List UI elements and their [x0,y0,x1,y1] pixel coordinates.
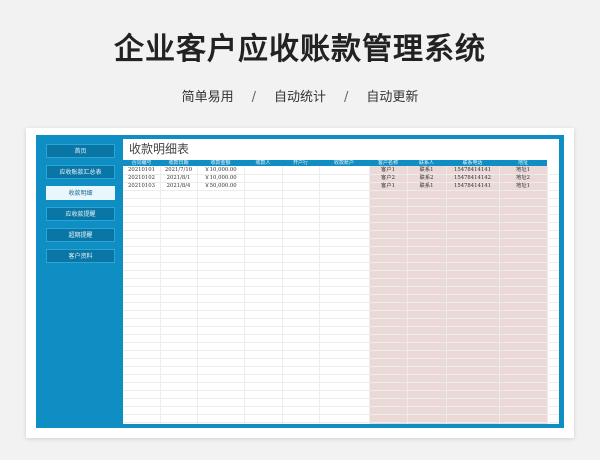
table-cell[interactable] [319,182,369,190]
table-cell[interactable] [282,182,319,190]
grid-column-line [160,166,161,424]
grid-row-line [123,406,559,407]
table-cell[interactable] [282,174,319,182]
grid-row-line [123,238,559,239]
grid-column-line [197,166,198,424]
table-cell[interactable]: 2021/7/10 [160,166,197,174]
feature-easy: 简单易用 [181,90,234,105]
grid-column-line [244,166,245,424]
sidebar-item-payment-details[interactable]: 收款明细 [46,186,115,200]
table-cell[interactable] [244,182,282,190]
table-cell[interactable] [244,166,282,174]
app-screenshot: 首页 应收账款汇总表 收款明细 应收款提醒 超期提醒 客户资料 收款明细表 合同… [26,128,574,438]
feature-stats: 自动统计 [273,90,326,105]
table-cell[interactable]: 联系1 [407,166,446,174]
sidebar-item-overdue-reminder[interactable]: 超期提醒 [46,228,115,242]
grid-row-line [123,302,559,303]
grid-row-line [123,310,559,311]
grid-row-line [123,278,559,279]
page-title: 企业客户应收账款管理系统 [114,32,486,67]
sheet-title: 收款明细表 [129,142,190,156]
grid-column-line [282,166,283,424]
grid-row-line [123,398,559,399]
app-frame: 首页 应收账款汇总表 收款明细 应收款提醒 超期提醒 客户资料 收款明细表 合同… [36,135,564,428]
table-cell[interactable]: ￥50,000.00 [197,182,244,190]
main-panel: 收款明细表 合同编号 收款日期 收款金额 收款人 开户行 收款账户 客户名称 联系人 联系电话地… [123,139,559,424]
grid-column-line [446,166,447,424]
table-cell[interactable]: 联系2 [407,174,446,182]
table-cell[interactable]: 地址2 [499,174,547,182]
grid-row-line [123,270,559,271]
sidebar-item-receivable-reminder[interactable]: 应收款提醒 [46,207,115,221]
grid-row-line [123,246,559,247]
table-cell[interactable] [282,166,319,174]
table-cell[interactable]: 15478414141 [446,182,499,190]
table-cell[interactable]: ￥10,000.00 [197,174,244,182]
grid-row-line [123,414,559,415]
feature-list: 简单易用 / 自动统计 / 自动更新 [0,86,600,105]
table-cell[interactable]: 客户1 [369,166,407,174]
separator: / [251,90,256,105]
table-cell[interactable] [319,174,369,182]
table-cell[interactable]: 20210102 [123,174,160,182]
grid-row-line [123,230,559,231]
grid-row-line [123,422,559,423]
separator: / [344,90,349,105]
grid-row-line [123,254,559,255]
feature-update: 自动更新 [366,90,419,105]
grid-row-line [123,390,559,391]
grid-row-line [123,222,559,223]
table-cell[interactable] [319,166,369,174]
sidebar-item-customer-info[interactable]: 客户资料 [46,249,115,263]
table-cell[interactable]: 客户1 [369,182,407,190]
grid-row-line [123,334,559,335]
table-cell[interactable] [244,174,282,182]
grid-row-line [123,382,559,383]
table-cell[interactable]: 2021/8/4 [160,182,197,190]
table-cell[interactable]: 客户2 [369,174,407,182]
table-cell[interactable]: 20210101 [123,166,160,174]
table-cell[interactable]: 联系1 [407,182,446,190]
grid-row-line [123,366,559,367]
table-cell[interactable]: 2021/8/1 [160,174,197,182]
sidebar: 首页 应收账款汇总表 收款明细 应收款提醒 超期提醒 客户资料 [46,144,115,270]
grid-row-line [123,262,559,263]
grid-row-line [123,198,559,199]
grid-row-line [123,294,559,295]
sidebar-item-home[interactable]: 首页 [46,144,115,158]
grid-column-line [499,166,500,424]
table-cell[interactable]: 15478414141 [446,166,499,174]
grid-column-line [547,166,548,424]
grid-row-line [123,374,559,375]
table-cell[interactable]: 地址1 [499,166,547,174]
grid-row-line [123,286,559,287]
grid-row-line [123,358,559,359]
grid-row-line [123,206,559,207]
table-cell[interactable]: 20210103 [123,182,160,190]
table-cell[interactable]: ￥10,000.00 [197,166,244,174]
grid-column-line [407,166,408,424]
grid-row-line [123,190,559,191]
grid-row-line [123,342,559,343]
grid-row-line [123,350,559,351]
grid-column-line [319,166,320,424]
grid-row-line [123,326,559,327]
table-cell[interactable]: 15478414142 [446,174,499,182]
data-table: 合同编号 收款日期 收款金额 收款人 开户行 收款账户 客户名称 联系人 联系电话 地址 20210… [123,160,559,424]
sidebar-item-receivables-summary[interactable]: 应收账款汇总表 [46,165,115,179]
grid-row-line [123,214,559,215]
grid-column-line [369,166,370,424]
table-cell[interactable]: 地址1 [499,182,547,190]
customer-columns-shade [369,160,547,424]
grid-row-line [123,318,559,319]
